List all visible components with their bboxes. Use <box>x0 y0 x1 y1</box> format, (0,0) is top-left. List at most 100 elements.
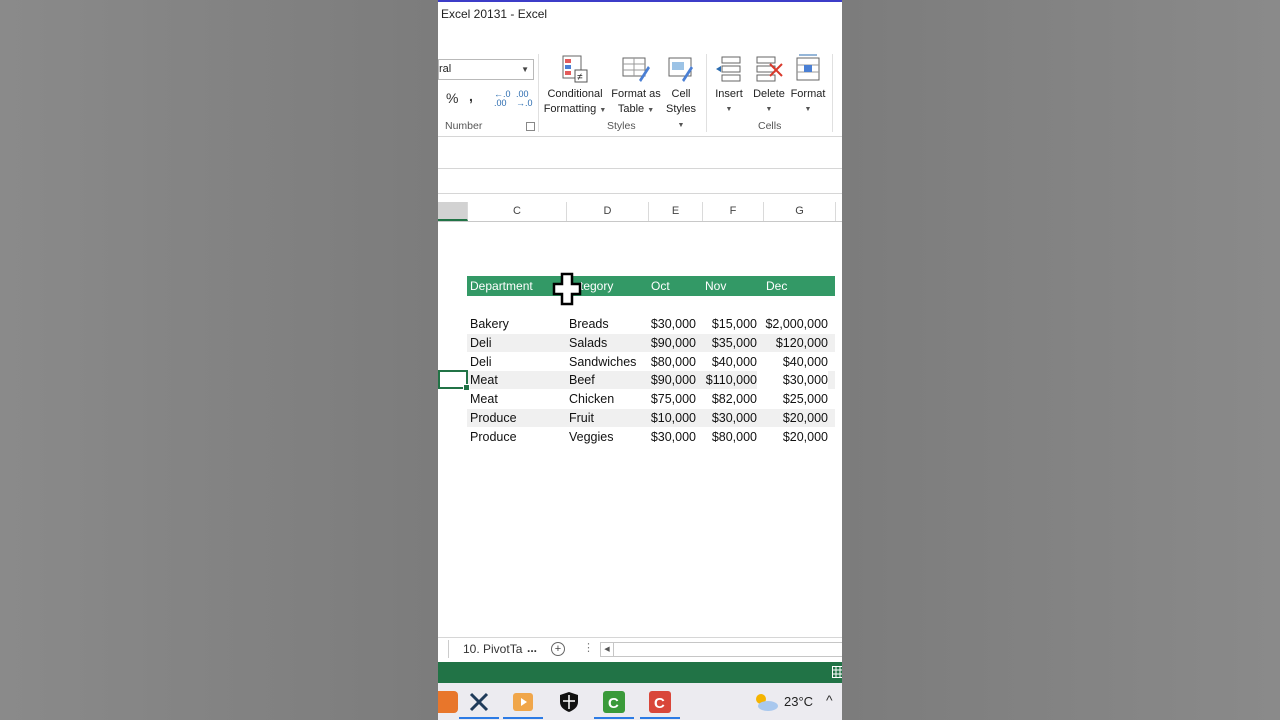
chevron-down-icon: ▼ <box>804 106 812 113</box>
format-cells-button[interactable]: Format ▼ <box>788 54 828 117</box>
cell-nov[interactable]: $80,000 <box>697 428 757 446</box>
cell-oct[interactable]: $75,000 <box>639 390 696 408</box>
conditional-formatting-button[interactable]: ≠ Conditional Formatting ▼ <box>542 54 608 118</box>
cell-nov[interactable]: $30,000 <box>697 409 757 427</box>
active-indicator <box>503 717 543 719</box>
cell-department[interactable]: Meat <box>470 390 498 408</box>
header-category[interactable]: tegory <box>580 276 613 296</box>
cell-oct[interactable]: $80,000 <box>639 353 696 371</box>
splitter-icon[interactable]: ⋮ <box>583 641 594 654</box>
cell-oct[interactable]: $10,000 <box>639 409 696 427</box>
cell-department[interactable]: Meat <box>470 371 498 389</box>
table-header-row: Department tegory Oct Nov Dec <box>467 276 835 296</box>
cell-oct[interactable]: $90,000 <box>639 334 696 352</box>
insert-cells-button[interactable]: Insert ▼ <box>710 54 748 117</box>
cell-dec[interactable]: $120,000 <box>757 334 828 352</box>
svg-text:C: C <box>654 695 665 712</box>
cell-category[interactable]: Sandwiches <box>569 353 636 371</box>
column-header-e[interactable]: E <box>649 202 703 221</box>
cell-styles-button[interactable]: Cell Styles ▼ <box>662 54 700 133</box>
fill-handle[interactable] <box>463 384 470 391</box>
cell-nov[interactable]: $82,000 <box>697 390 757 408</box>
comma-style-button[interactable]: , <box>469 88 473 104</box>
cell-dec[interactable]: $25,000 <box>757 390 828 408</box>
insert-cells-icon <box>716 56 741 82</box>
chevron-up-icon[interactable]: ^ <box>826 692 833 708</box>
cell-nov[interactable]: $35,000 <box>697 334 757 352</box>
cell-oct[interactable]: $90,000 <box>639 371 696 389</box>
cell-dec[interactable]: $20,000 <box>757 428 828 446</box>
video-background-right <box>842 0 1280 720</box>
table-row: Deli Sandwiches $80,000 $40,000 $40,000 <box>467 353 835 371</box>
normal-view-icon[interactable] <box>832 666 842 678</box>
column-header-g[interactable]: G <box>764 202 836 221</box>
header-oct[interactable]: Oct <box>651 276 670 296</box>
cell-category[interactable]: Salads <box>569 334 607 352</box>
cell-dec[interactable]: $40,000 <box>757 353 828 371</box>
taskbar-camtasia-green-icon[interactable]: C <box>594 691 634 719</box>
dialog-launcher-icon[interactable] <box>526 122 535 131</box>
sheet-tab-active[interactable]: 10. PivotTa <box>463 642 522 656</box>
column-header-selected[interactable] <box>438 202 468 221</box>
percent-style-button[interactable]: % <box>446 90 458 106</box>
sheet-tabs-bar: 10. PivotTa ... + ⋮ ◀ <box>438 637 842 662</box>
header-nov[interactable]: Nov <box>705 276 726 296</box>
horizontal-scrollbar[interactable]: ◀ <box>600 642 842 657</box>
delete-cells-icon <box>756 56 783 82</box>
conditional-formatting-line2: Formatting <box>543 103 597 115</box>
cell-category[interactable]: Chicken <box>569 390 614 408</box>
taskbar-tools-icon[interactable] <box>459 691 499 719</box>
column-header-c[interactable]: C <box>468 202 567 221</box>
cell-department[interactable]: Produce <box>470 428 517 446</box>
weather-temperature[interactable]: 23°C <box>784 694 813 709</box>
weather-partly-cloudy-icon[interactable] <box>752 691 780 713</box>
taskbar-media-icon[interactable] <box>503 691 543 719</box>
taskbar-camtasia-red-icon[interactable]: C <box>640 691 680 719</box>
header-dec[interactable]: Dec <box>766 276 787 296</box>
cell-category[interactable]: Fruit <box>569 409 594 427</box>
cell-dec[interactable]: $30,000 <box>757 371 828 389</box>
table-row: Produce Veggies $30,000 $80,000 $20,000 <box>467 428 835 446</box>
chevron-down-icon[interactable]: ▼ <box>521 60 529 79</box>
formula-bar[interactable] <box>438 168 842 194</box>
increase-decimal-button[interactable]: ←.0 .00 <box>494 90 512 108</box>
cell-category[interactable]: Breads <box>569 315 609 333</box>
delete-cells-button[interactable]: Delete ▼ <box>749 54 789 117</box>
cell-oct[interactable]: $30,000 <box>639 428 696 446</box>
table-row: Deli Salads $90,000 $35,000 $120,000 <box>467 334 835 352</box>
ribbon-separator <box>706 54 707 132</box>
cell-department[interactable]: Deli <box>470 353 492 371</box>
cell-oct[interactable]: $30,000 <box>639 315 696 333</box>
taskbar-app-icon[interactable] <box>438 691 458 713</box>
cell-department[interactable]: Deli <box>470 334 492 352</box>
column-header-d[interactable]: D <box>567 202 649 221</box>
cell-nov[interactable]: $15,000 <box>697 315 757 333</box>
insert-label: Insert <box>715 88 743 100</box>
cell-department[interactable]: Produce <box>470 409 517 427</box>
cell-dec[interactable]: $20,000 <box>757 409 828 427</box>
taskbar-shield-icon[interactable] <box>556 691 582 713</box>
number-format-dropdown[interactable]: ral ▼ <box>438 59 534 80</box>
more-sheets-button[interactable]: ... <box>527 641 537 655</box>
decrease-decimal-button[interactable]: .00 →.0 <box>516 90 534 108</box>
cell-dec[interactable]: $2,000,000 <box>757 315 828 333</box>
chevron-down-icon: ▼ <box>765 106 773 113</box>
scroll-left-icon[interactable]: ◀ <box>601 643 614 656</box>
svg-text:≠: ≠ <box>577 72 583 83</box>
window-title: Excel 20131 - Excel <box>441 7 548 21</box>
column-header-f[interactable]: F <box>703 202 764 221</box>
header-department[interactable]: Department <box>470 276 533 296</box>
cell-department[interactable]: Bakery <box>470 315 509 333</box>
cell-category[interactable]: Beef <box>569 371 595 389</box>
cell-nov[interactable]: $40,000 <box>697 353 757 371</box>
chevron-down-icon: ▼ <box>677 122 685 129</box>
ribbon-separator <box>832 54 833 132</box>
add-sheet-icon[interactable]: + <box>551 642 565 656</box>
table-row: Meat Chicken $75,000 $82,000 $25,000 <box>467 390 835 408</box>
cell-category[interactable]: Veggies <box>569 428 613 446</box>
active-cell-selection[interactable] <box>438 370 470 391</box>
format-as-table-button[interactable]: Format as Table ▼ <box>608 54 664 118</box>
cell-nov[interactable]: $110,000 <box>697 371 757 389</box>
format-as-table-line1: Format as <box>611 88 661 100</box>
number-format-value: ral <box>439 63 452 75</box>
